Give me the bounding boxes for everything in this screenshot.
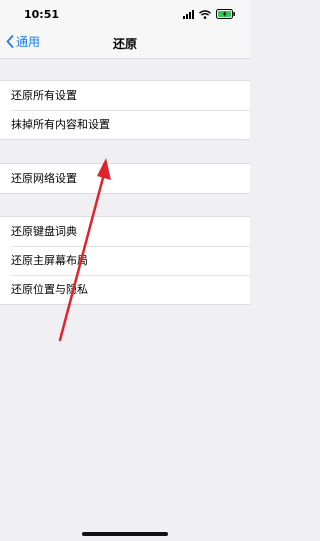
home-indicator	[82, 532, 168, 536]
reset-group-2: 还原网络设置	[0, 163, 250, 194]
navigation-bar: 通用 还原	[0, 28, 250, 59]
reset-location-privacy-cell[interactable]: 还原位置与隐私	[0, 275, 250, 304]
battery-charging-icon	[216, 9, 236, 19]
reset-keyboard-dictionary-cell[interactable]: 还原键盘词典	[0, 217, 250, 246]
signal-icon	[183, 9, 194, 19]
status-icons	[183, 9, 236, 19]
reset-network-settings-cell[interactable]: 还原网络设置	[0, 164, 250, 193]
erase-all-content-cell[interactable]: 抹掉所有内容和设置	[0, 110, 250, 139]
status-bar: 10:51	[0, 0, 250, 28]
page-title: 还原	[112, 37, 137, 51]
reset-home-screen-layout-cell[interactable]: 还原主屏幕布局	[0, 246, 250, 275]
reset-group-3: 还原键盘词典 还原主屏幕布局 还原位置与隐私	[0, 216, 250, 305]
status-time: 10:51	[24, 8, 60, 21]
reset-group-1: 还原所有设置 抹掉所有内容和设置	[0, 80, 250, 140]
wifi-icon	[199, 9, 211, 19]
reset-all-settings-cell[interactable]: 还原所有设置	[0, 81, 250, 110]
